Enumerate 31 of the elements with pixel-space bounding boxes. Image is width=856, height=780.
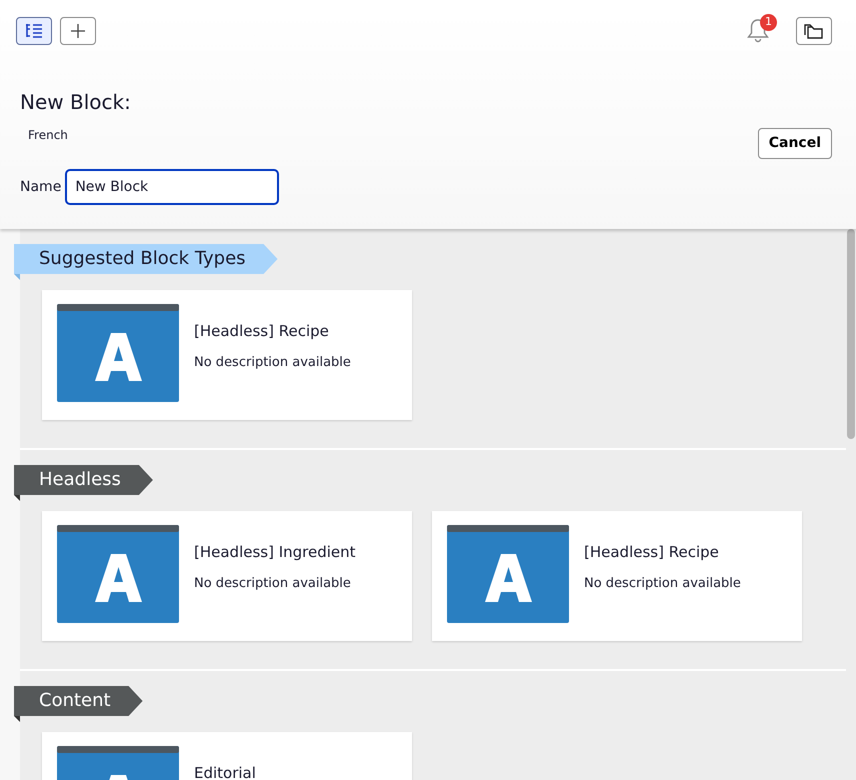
section-ribbon: Suggested Block Types <box>14 244 278 274</box>
block-type-icon <box>57 525 179 623</box>
block-type-card[interactable]: [Headless] Ingredient No description available <box>42 511 412 641</box>
folders-icon <box>804 23 824 39</box>
block-type-title: Editorial <box>194 763 256 780</box>
section-ribbon: Headless <box>14 465 153 495</box>
block-type-description: No description available <box>584 574 741 592</box>
name-label: Name <box>20 178 62 196</box>
block-type-title: [Headless] Recipe <box>194 321 330 342</box>
notification-count: 1 <box>760 14 777 31</box>
block-type-card[interactable]: [Headless] Recipe No description available <box>42 290 412 420</box>
cancel-button[interactable]: Cancel <box>758 128 832 159</box>
notification-button[interactable]: 1 <box>746 16 780 46</box>
section-ribbon: Content <box>14 686 143 716</box>
plus-icon <box>71 24 85 38</box>
add-button[interactable] <box>60 17 96 45</box>
block-type-title: [Headless] Recipe <box>584 542 720 563</box>
block-type-title: [Headless] Ingredient <box>194 542 356 563</box>
block-type-icon <box>57 304 179 402</box>
name-field[interactable]: New Block <box>65 169 280 205</box>
folder-button[interactable] <box>796 17 832 45</box>
tree-list-icon <box>25 23 43 39</box>
language-label: French <box>28 127 68 144</box>
tree-view-button[interactable] <box>16 17 52 45</box>
block-type-card[interactable]: [Headless] Recipe No description available <box>432 511 802 641</box>
form-title: New Block: <box>20 90 132 114</box>
block-type-card[interactable]: Editorial <box>42 732 412 780</box>
bell-icon <box>746 18 770 44</box>
block-type-icon <box>447 525 569 623</box>
block-type-description: No description available <box>194 354 351 372</box>
block-type-description: No description available <box>194 574 352 592</box>
